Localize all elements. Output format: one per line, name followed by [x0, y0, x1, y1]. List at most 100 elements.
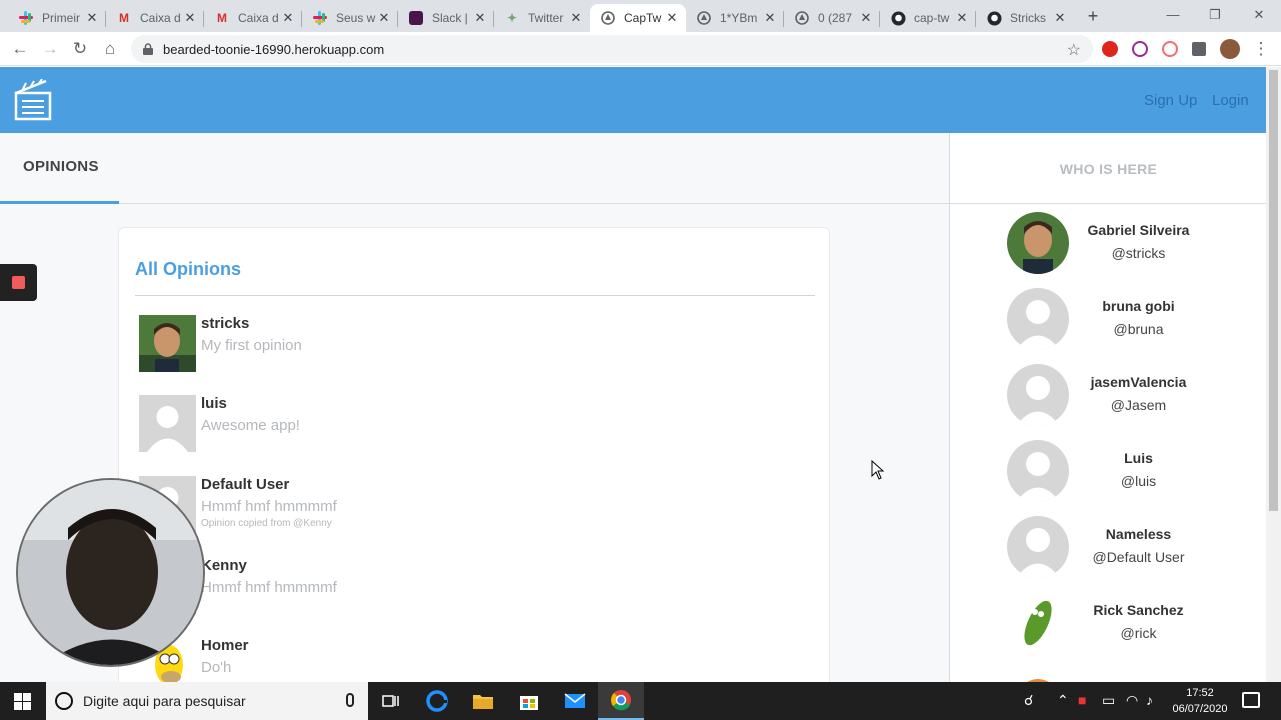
copied-note: Opinion copied from @Kenny — [201, 518, 332, 529]
menu-dots-icon[interactable]: ⋮ — [1250, 38, 1272, 60]
close-tab-icon[interactable]: ✕ — [568, 10, 584, 26]
user-item[interactable] — [1007, 668, 1257, 682]
browser-tab[interactable]: M Caixa d ✕ — [204, 4, 302, 32]
extension-icon[interactable] — [1162, 41, 1178, 57]
windows-start-icon[interactable] — [14, 693, 31, 710]
chevron-up-icon[interactable]: ⌃ — [1057, 692, 1069, 709]
opinion-author[interactable]: luis — [201, 395, 227, 412]
wifi-icon[interactable]: ◠ — [1126, 692, 1138, 709]
edge-icon[interactable] — [414, 682, 460, 720]
browser-tab[interactable]: ✦ Twitter ✕ — [494, 4, 590, 32]
mouse-cursor-icon — [871, 460, 885, 480]
browser-tab[interactable]: 1*YBm ✕ — [686, 4, 784, 32]
opinion-author[interactable]: stricks — [201, 315, 249, 332]
minimize-button[interactable]: — — [1152, 4, 1194, 26]
new-tab-button[interactable]: + — [1083, 6, 1103, 26]
clock-time: 17:52 — [1186, 687, 1214, 699]
puzzle-icon[interactable] — [1192, 42, 1206, 56]
tab-title: cap-tw — [914, 11, 950, 25]
reload-button[interactable]: ↻ — [69, 38, 91, 60]
avatar — [139, 315, 196, 372]
notifications-icon[interactable] — [1242, 692, 1260, 708]
tab-title: Caixa d — [140, 11, 181, 25]
opinion-author[interactable]: Kenny — [201, 557, 247, 574]
store-icon[interactable] — [506, 682, 552, 720]
close-tab-icon[interactable]: ✕ — [376, 10, 392, 26]
home-button[interactable]: ⌂ — [99, 38, 121, 60]
opinions-card: All Opinions stricks My first opinion lu… — [118, 227, 830, 682]
user-item[interactable]: Rick Sanchez @rick — [1007, 592, 1257, 654]
close-tab-icon[interactable]: ✕ — [858, 10, 874, 26]
close-tab-icon[interactable]: ✕ — [1052, 10, 1068, 26]
tab-opinions[interactable]: OPINIONS — [23, 158, 99, 175]
user-name: Luis — [1124, 450, 1153, 466]
page-scrollbar[interactable] — [1266, 67, 1281, 682]
tab-title: 0 (287 — [818, 11, 853, 25]
user-handle: @Jasem — [1110, 397, 1167, 413]
address-bar[interactable]: bearded-toonie-16990.herokuapp.com ☆ — [131, 35, 1093, 63]
opinion-author[interactable]: Default User — [201, 476, 289, 493]
close-tab-icon[interactable]: ✕ — [182, 10, 198, 26]
stop-recording-button[interactable] — [0, 264, 37, 301]
browser-toolbar: ← → ↻ ⌂ bearded-toonie-16990.herokuapp.c… — [0, 32, 1281, 66]
browser-tab[interactable]: cap-tw ✕ — [880, 4, 976, 32]
forward-button[interactable]: → — [39, 38, 61, 60]
close-tab-icon[interactable]: ✕ — [472, 10, 488, 26]
close-tab-icon[interactable]: ✕ — [954, 10, 970, 26]
user-item[interactable]: Gabriel Silveira @stricks — [1007, 212, 1257, 274]
browser-tab[interactable]: Slack | ✕ — [398, 4, 494, 32]
user-item[interactable]: Nameless @Default User — [1007, 516, 1257, 578]
mail-icon[interactable] — [552, 682, 598, 720]
taskbar-search[interactable]: Digite aqui para pesquisar — [46, 682, 368, 720]
login-link[interactable]: Login — [1212, 92, 1249, 109]
opinion-text: Do'h — [201, 659, 232, 676]
user-name: Gabriel Silveira — [1087, 222, 1190, 238]
close-tab-icon[interactable]: ✕ — [84, 10, 100, 26]
opinion-author[interactable]: Homer — [201, 637, 249, 654]
clapperboard-logo-icon[interactable] — [14, 79, 52, 121]
user-handle: @stricks — [1111, 245, 1166, 261]
close-tab-icon[interactable]: ✕ — [762, 10, 778, 26]
avatar — [1007, 288, 1069, 350]
task-view-icon[interactable] — [368, 682, 414, 720]
profile-avatar[interactable] — [1220, 39, 1240, 59]
extension-icon[interactable] — [1102, 41, 1118, 57]
browser-tab[interactable]: Primeir ✕ — [8, 4, 106, 32]
tab-title: Seus w — [336, 11, 376, 25]
user-item[interactable]: jasemValencia @Jasem — [1007, 364, 1257, 426]
close-tab-icon[interactable]: ✕ — [280, 10, 296, 26]
browser-tab-active[interactable]: CapTw ✕ — [590, 4, 686, 32]
webcam-overlay — [16, 478, 205, 667]
people-icon[interactable]: ☌ — [1024, 692, 1033, 709]
slack-icon — [18, 10, 34, 26]
browser-tab[interactable]: Seus w ✕ — [302, 4, 398, 32]
opinion-item: luis Awesome app! — [139, 395, 819, 465]
recording-tray-icon[interactable]: ■ — [1078, 692, 1086, 708]
close-window-button[interactable]: ✕ — [1238, 4, 1280, 26]
browser-tab[interactable]: 0 (287 ✕ — [784, 4, 880, 32]
back-button[interactable]: ← — [9, 38, 31, 60]
bookmark-star-icon[interactable]: ☆ — [1067, 40, 1081, 60]
who-header: WHO IS HERE — [950, 133, 1266, 204]
chrome-icon[interactable] — [598, 682, 644, 720]
signup-link[interactable]: Sign Up — [1144, 92, 1197, 109]
microphone-icon[interactable] — [346, 693, 354, 707]
volume-icon[interactable]: ♪ — [1146, 692, 1153, 708]
url-text: bearded-toonie-16990.herokuapp.com — [163, 42, 385, 57]
search-placeholder: Digite aqui para pesquisar — [83, 693, 246, 709]
system-clock[interactable]: 17:52 06/07/2020 — [1165, 685, 1235, 717]
who-is-here-sidebar: WHO IS HERE Gabriel Silveira @stricks br… — [949, 133, 1266, 682]
user-item[interactable]: bruna gobi @bruna — [1007, 288, 1257, 350]
browser-tab[interactable]: M Caixa d ✕ — [106, 4, 204, 32]
extension-icon[interactable] — [1132, 41, 1148, 57]
user-item[interactable]: Luis @luis — [1007, 440, 1257, 502]
close-tab-icon[interactable]: ✕ — [664, 10, 680, 26]
tab-title: Caixa d — [238, 11, 279, 25]
opinion-text: Hmmf hmf hmmmmf — [201, 498, 337, 515]
battery-icon[interactable]: ▭ — [1102, 692, 1115, 709]
browser-tab[interactable]: Stricks ✕ — [976, 4, 1074, 32]
scrollbar-thumb[interactable] — [1269, 70, 1278, 511]
file-explorer-icon[interactable] — [460, 682, 506, 720]
restore-button[interactable]: ❐ — [1194, 4, 1236, 26]
opinions-header: OPINIONS — [0, 133, 949, 204]
